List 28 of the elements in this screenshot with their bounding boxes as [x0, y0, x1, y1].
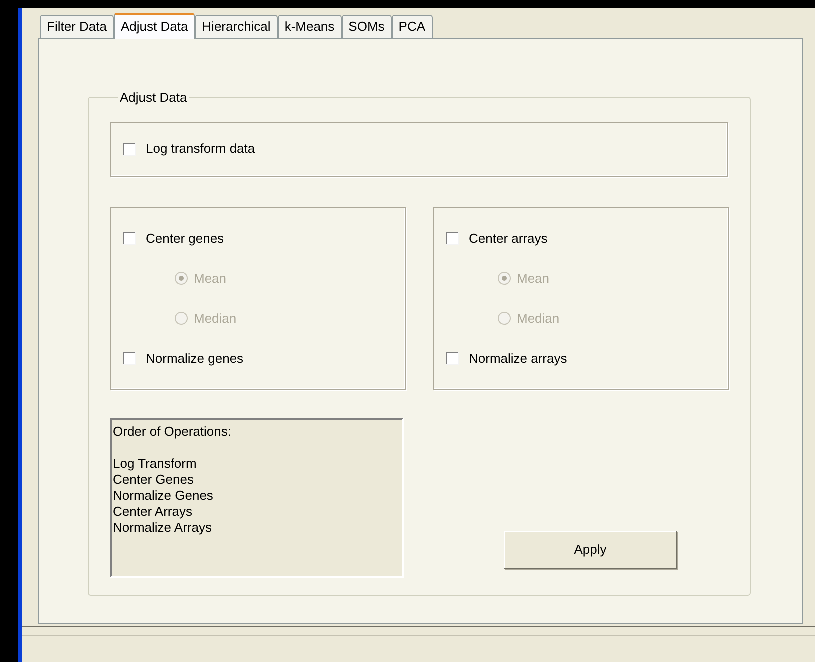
radio-label: Median: [194, 310, 237, 328]
radio-label: Median: [517, 310, 560, 328]
checkbox-label: Normalize arrays: [469, 350, 568, 368]
operation-step: Center Genes: [113, 472, 402, 488]
operation-step: Center Arrays: [113, 504, 402, 520]
tab[interactable]: k-Means: [278, 15, 342, 38]
tab[interactable]: Filter Data: [40, 15, 114, 38]
radio-label: Mean: [194, 270, 227, 288]
checkbox[interactable]: [123, 352, 136, 365]
group-title: Adjust Data: [119, 89, 188, 107]
tab[interactable]: Adjust Data: [114, 13, 196, 39]
checkbox[interactable]: [446, 352, 459, 365]
checkbox[interactable]: [446, 232, 459, 245]
checkbox-label: Center genes: [146, 230, 224, 248]
operation-step: Normalize Arrays: [113, 520, 402, 536]
checkbox-label: Center arrays: [469, 230, 548, 248]
checkbox[interactable]: [123, 232, 136, 245]
checkbox[interactable]: [123, 142, 136, 156]
checkbox-label: Normalize genes: [146, 350, 244, 368]
apply-button[interactable]: Apply: [504, 530, 677, 568]
radio-label: Mean: [517, 270, 550, 288]
tab[interactable]: Hierarchical: [195, 15, 278, 38]
operation-step: Log Transform: [113, 456, 402, 472]
checkbox-label: Log transform data: [146, 140, 256, 158]
tab[interactable]: SOMs: [342, 15, 392, 38]
order-heading: Order of Operations:: [113, 424, 232, 440]
operation-step: Normalize Genes: [113, 488, 402, 504]
tab[interactable]: PCA: [392, 15, 433, 38]
